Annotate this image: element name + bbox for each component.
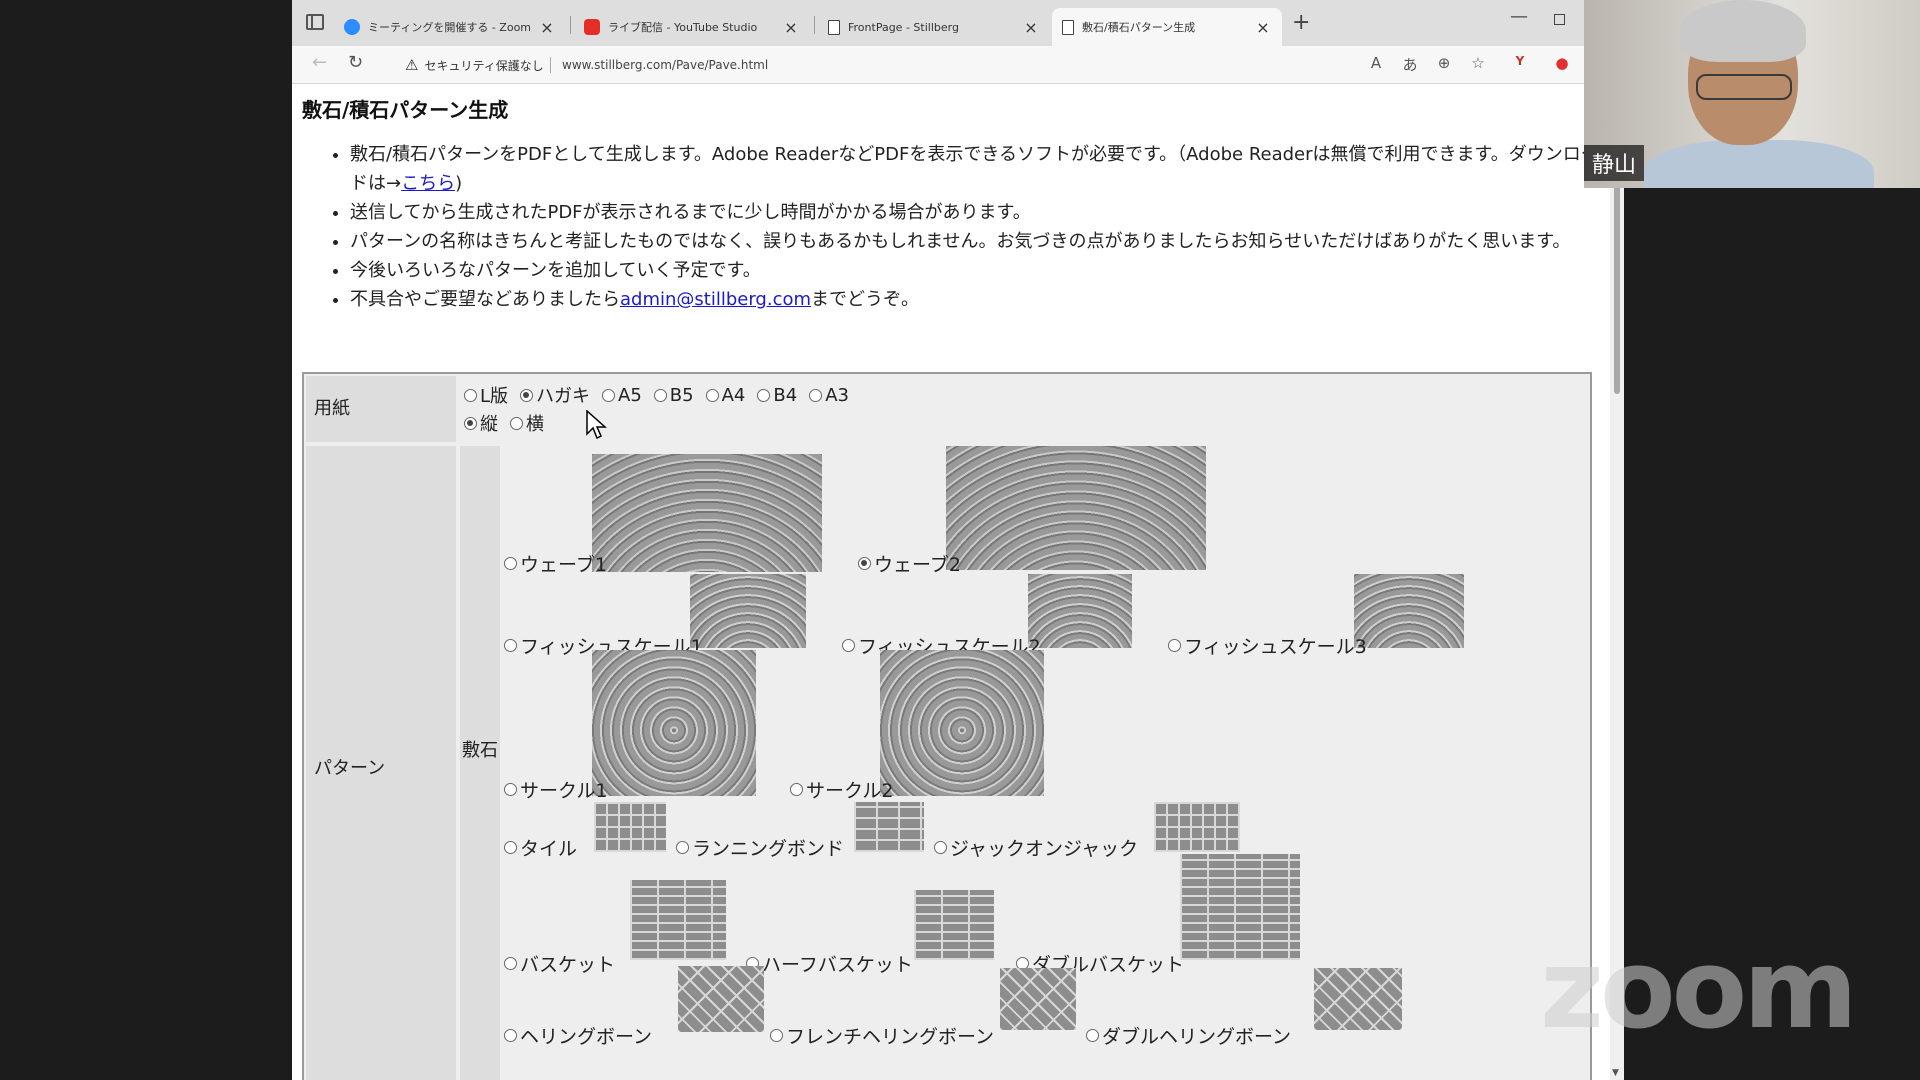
tab-pave-pattern[interactable]: 敷石/積石パターン生成 × xyxy=(1052,8,1282,46)
paper-label: 用紙 xyxy=(306,376,456,442)
pattern-thumbnail[interactable] xyxy=(1000,968,1076,1030)
pattern-label: パターン xyxy=(306,446,456,1080)
pattern-thumbnail[interactable] xyxy=(946,446,1206,570)
favorite-add-icon[interactable]: ☆ xyxy=(1468,54,1488,72)
tab-zoom[interactable]: ミーティングを開催する - Zoom × xyxy=(334,8,566,46)
address-bar: ← ↻ ⚠ セキュリティ保護なし www.stillberg.com/Pave/… xyxy=(292,46,1624,84)
back-icon[interactable]: ← xyxy=(312,52,327,73)
close-icon[interactable]: × xyxy=(782,18,800,37)
close-icon[interactable]: × xyxy=(1022,18,1040,37)
zoom-in-icon[interactable]: ⊕ xyxy=(1434,54,1454,72)
pattern-thumbnail[interactable] xyxy=(1354,574,1464,648)
pattern-thumbnail[interactable] xyxy=(854,802,924,852)
close-icon[interactable]: × xyxy=(1254,18,1272,37)
security-indicator[interactable]: ⚠ セキュリティ保護なし xyxy=(405,56,544,74)
pave-label: 敷石 xyxy=(460,446,500,1080)
tab-label: ライブ配信 - YouTube Studio xyxy=(608,21,758,34)
info-list: 敷石/積石パターンをPDFとして生成します。Adobe ReaderなどPDFを… xyxy=(330,140,1600,314)
pattern-thumbnail[interactable] xyxy=(1314,968,1402,1030)
scrollbar-thumb[interactable] xyxy=(1614,174,1620,394)
pattern-option-running-bond[interactable]: ランニングボンド xyxy=(676,834,844,861)
page-content: 敷石/積石パターン生成 敷石/積石パターンをPDFとして生成します。Adobe … xyxy=(292,84,1624,1080)
tab-bar: ミーティングを開催する - Zoom × ライブ配信 - YouTube Stu… xyxy=(292,0,1624,46)
participant-video[interactable]: 静山 xyxy=(1584,0,1920,188)
orientation-portrait[interactable]: 縦 xyxy=(464,410,498,436)
pattern-option-french-herringbone[interactable]: フレンチヘリングボーン xyxy=(770,1022,994,1049)
page-title: 敷石/積石パターン生成 xyxy=(302,98,509,122)
pattern-thumbnail[interactable] xyxy=(880,650,1044,796)
close-icon[interactable]: × xyxy=(538,18,556,37)
translate-icon[interactable]: あ xyxy=(1400,54,1420,75)
pattern-thumbnail[interactable] xyxy=(1180,854,1300,960)
pattern-option-circle1[interactable]: サークル1 xyxy=(504,776,608,803)
list-item: 送信してから生成されたPDFが表示されるまでに少し時間がかかる場合があります。 xyxy=(350,198,1600,227)
pattern-option-fishscale3[interactable]: フィッシュスケール3 xyxy=(1168,632,1367,659)
pattern-option-tile[interactable]: タイル xyxy=(504,834,577,861)
pattern-option-half-basket[interactable]: ハーフバスケット xyxy=(746,950,913,977)
warning-icon: ⚠ xyxy=(405,56,419,74)
pattern-option-herringbone[interactable]: ヘリングボーン xyxy=(504,1022,652,1049)
pattern-option-basket[interactable]: バスケット xyxy=(504,950,615,977)
list-item: パターンの名称はきちんと考証したものではなく、誤りもあるかもしれません。お気づき… xyxy=(350,227,1600,256)
paper-size-group: L版 ハガキ A5 B5 A4 B4 A3 xyxy=(464,382,861,408)
email-link[interactable]: admin@stillberg.com xyxy=(620,289,811,310)
tab-label: ミーティングを開催する - Zoom xyxy=(368,21,530,34)
browser-window: ミーティングを開催する - Zoom × ライブ配信 - YouTube Stu… xyxy=(292,0,1624,1080)
scroll-down-icon[interactable]: ▼ xyxy=(1612,1068,1619,1078)
document-icon xyxy=(1062,19,1074,35)
pattern-thumbnail[interactable] xyxy=(592,650,756,796)
pattern-thumbnail[interactable] xyxy=(914,890,994,960)
participant-name: 静山 xyxy=(1584,145,1645,181)
pattern-thumbnail[interactable] xyxy=(678,966,764,1032)
paper-size-a5[interactable]: A5 xyxy=(602,385,642,406)
paper-size-a3[interactable]: A3 xyxy=(809,385,849,406)
extension-red-icon[interactable]: ● xyxy=(1552,54,1572,72)
pattern-option-double-herringbone[interactable]: ダブルヘリングボーン xyxy=(1086,1022,1291,1049)
pattern-option-jack-on-jack[interactable]: ジャックオンジャック xyxy=(934,834,1138,861)
paper-size-hagaki[interactable]: ハガキ xyxy=(520,382,590,408)
refresh-icon[interactable]: ↻ xyxy=(348,52,363,73)
pattern-form: 用紙 L版 ハガキ A5 B5 A4 B4 A3 縦 横 パターン 敷石 ウェー… xyxy=(302,372,1592,1080)
youtube-icon xyxy=(584,19,600,35)
pattern-thumbnail[interactable] xyxy=(594,802,666,852)
orientation-landscape[interactable]: 横 xyxy=(510,410,544,436)
pattern-thumbnail[interactable] xyxy=(690,574,806,648)
paper-size-b4[interactable]: B4 xyxy=(757,385,797,406)
paper-size-l[interactable]: L版 xyxy=(464,382,508,408)
list-item: 敷石/積石パターンをPDFとして生成します。Adobe ReaderなどPDFを… xyxy=(350,140,1600,198)
tab-frontpage[interactable]: FrontPage - Stillberg × xyxy=(818,8,1050,46)
pattern-thumbnail[interactable] xyxy=(630,880,726,960)
paper-size-a4[interactable]: A4 xyxy=(705,385,745,406)
tab-label: 敷石/積石パターン生成 xyxy=(1082,21,1196,34)
document-icon xyxy=(828,19,840,35)
tab-label: FrontPage - Stillberg xyxy=(848,20,959,34)
pattern-thumbnail[interactable] xyxy=(592,454,822,572)
pattern-thumbnail[interactable] xyxy=(1028,574,1132,648)
paper-size-b5[interactable]: B5 xyxy=(653,385,694,406)
list-item: 今後いろいろなパターンを追加していく予定です。 xyxy=(350,256,1600,285)
read-aloud-icon[interactable]: A xyxy=(1366,54,1386,72)
zoom-icon xyxy=(344,19,360,35)
maximize-icon[interactable] xyxy=(1554,14,1565,25)
orientation-group: 縦 横 xyxy=(464,410,556,436)
list-item: 不具合やご要望などありましたらadmin@stillberg.comまでどうぞ。 xyxy=(350,285,1600,314)
pattern-option-wave2[interactable]: ウェーブ2 xyxy=(858,550,961,577)
tab-actions-icon[interactable] xyxy=(306,14,324,30)
new-tab-icon[interactable]: + xyxy=(1292,10,1310,35)
pattern-option-circle2[interactable]: サークル2 xyxy=(790,776,894,803)
download-link[interactable]: こちら xyxy=(401,173,455,194)
minimize-icon[interactable]: — xyxy=(1510,6,1528,27)
url-field[interactable]: www.stillberg.com/Pave/Pave.html xyxy=(562,58,768,72)
pattern-option-wave1[interactable]: ウェーブ1 xyxy=(504,550,607,577)
pattern-thumbnail[interactable] xyxy=(1154,802,1240,852)
tab-youtube-studio[interactable]: ライブ配信 - YouTube Studio × xyxy=(574,8,810,46)
extension-y-icon[interactable]: Y xyxy=(1510,54,1530,68)
security-label: セキュリティ保護なし xyxy=(424,58,544,73)
zoom-logo: zoom xyxy=(1540,925,1858,1053)
